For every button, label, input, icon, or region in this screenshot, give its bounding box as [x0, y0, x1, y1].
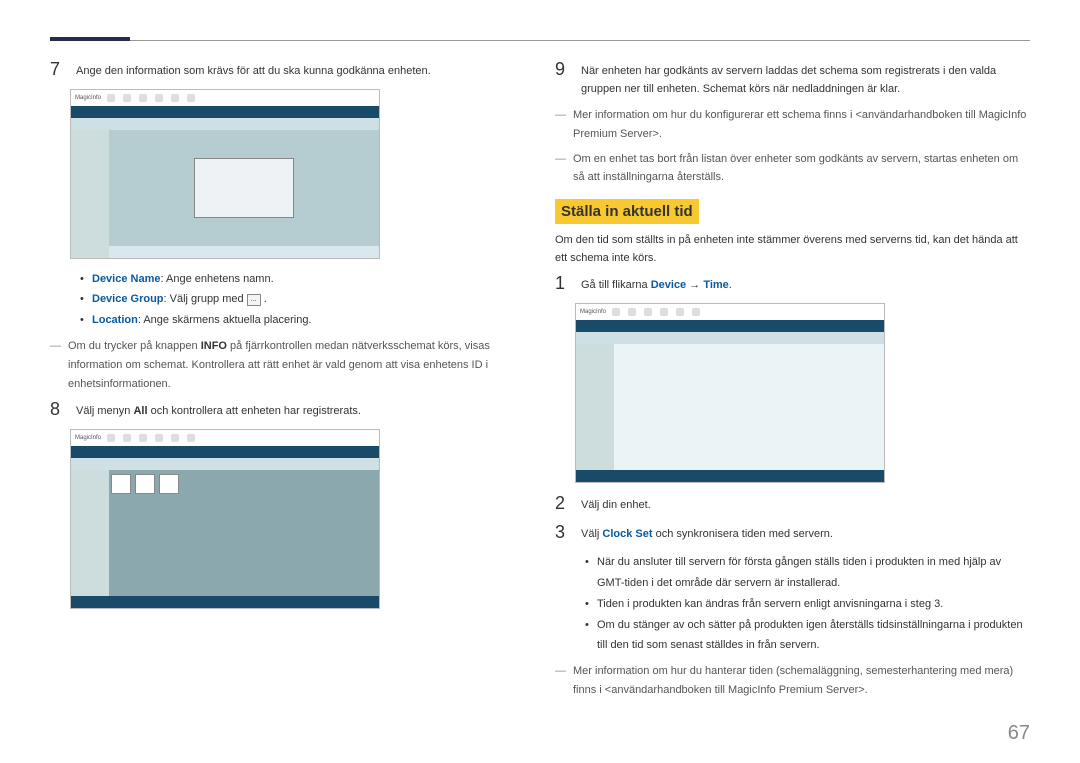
left-column: 7 Ange den information som krävs för att… [50, 59, 525, 706]
note-time-management: Mer information om hur du hanterar tiden… [555, 662, 1030, 699]
step-1-text: Gå till flikarna Device → Time. [581, 273, 732, 295]
time-bullets: När du ansluter till servern för första … [555, 552, 1030, 656]
time-bullet-3: Om du stänger av och sätter på produkten… [585, 615, 1030, 657]
note-removed-device: Om en enhet tas bort från listan över en… [555, 150, 1030, 187]
screenshot-all-menu: MagicInfo [70, 429, 380, 609]
step-9-text: När enheten har godkänts av servern ladd… [581, 59, 1030, 98]
device-group-item: Device Group: Välj grupp med ... . [80, 289, 525, 310]
step-7-text: Ange den information som krävs för att d… [76, 59, 431, 81]
time-bullet-2: Tiden i produkten kan ändras från server… [585, 594, 1030, 615]
step-number-2: 2 [555, 493, 571, 515]
step-number-8: 8 [50, 399, 66, 421]
screenshot-approve-dialog: MagicInfo [70, 89, 380, 259]
time-bullet-1: När du ansluter till servern för första … [585, 552, 1030, 594]
step-3-text: Välj Clock Set och synkronisera tiden me… [581, 522, 833, 544]
browse-button-icon: ... [247, 294, 261, 306]
right-column: 9 När enheten har godkänts av servern la… [555, 59, 1030, 706]
step-8-text: Välj menyn All och kontrollera att enhet… [76, 399, 361, 421]
header-divider [50, 40, 1030, 41]
step-number-3: 3 [555, 522, 571, 544]
note-config-schedule: Mer information om hur du konfigurerar e… [555, 106, 1030, 143]
section-heading: Ställa in aktuell tid [555, 199, 699, 224]
step-number-1: 1 [555, 273, 571, 295]
location-item: Location: Ange skärmens aktuella placeri… [80, 310, 525, 331]
device-name-item: Device Name: Ange enhetens namn. [80, 269, 525, 290]
screenshot-device-time: MagicInfo [575, 303, 885, 483]
field-list: Device Name: Ange enhetens namn. Device … [50, 269, 525, 332]
step-number-9: 9 [555, 59, 571, 98]
step-number-7: 7 [50, 59, 66, 81]
page-number: 67 [1008, 722, 1030, 745]
section-intro: Om den tid som ställts in på enheten int… [555, 232, 1030, 267]
note-info: Om du trycker på knappen INFO på fjärrko… [50, 337, 525, 393]
step-2-text: Välj din enhet. [581, 493, 651, 515]
